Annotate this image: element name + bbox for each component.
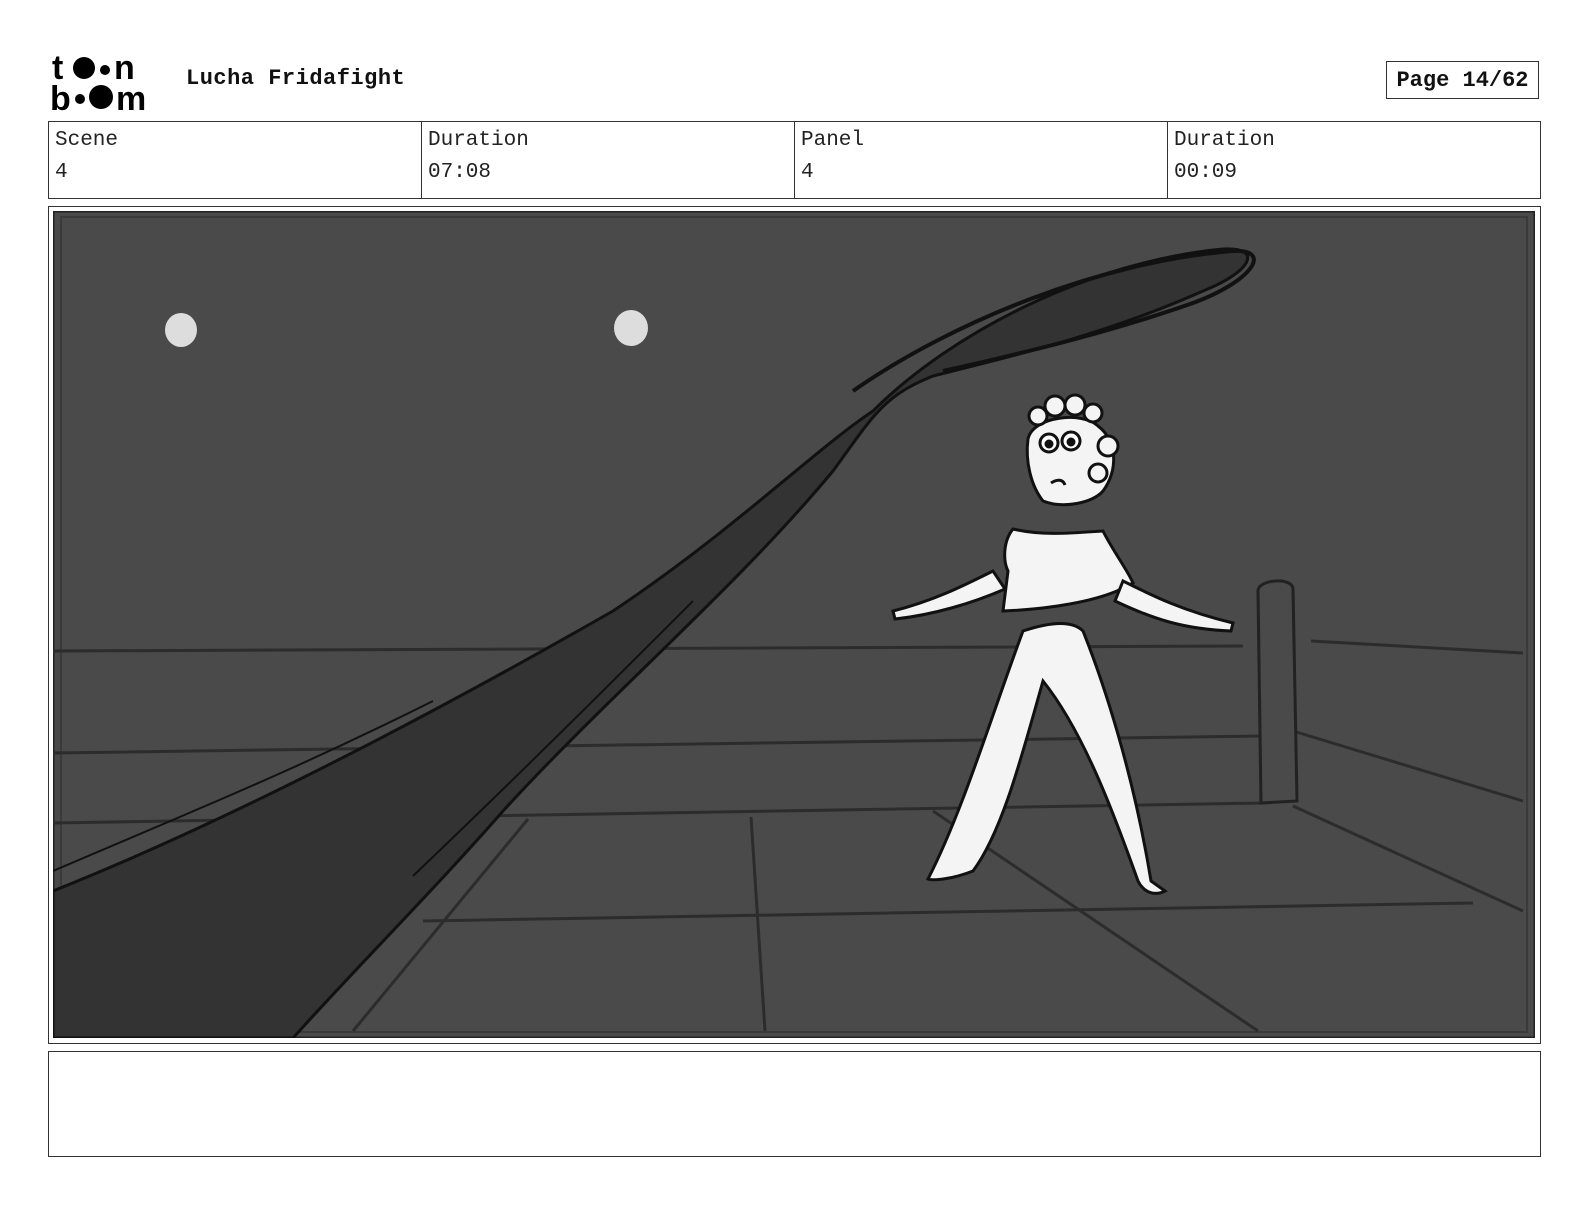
project-title: Lucha Fridafight: [186, 66, 406, 91]
notes-box[interactable]: [48, 1051, 1541, 1157]
panel-cell: Panel 4: [795, 122, 1168, 198]
toonboom-logo: t n b m: [50, 50, 146, 112]
panel-duration-label: Duration: [1174, 129, 1275, 152]
light-left: [165, 313, 197, 347]
scene-duration-value: 07:08: [428, 161, 492, 184]
panel-duration-cell: Duration 00:09: [1168, 122, 1540, 198]
panel-frame: [48, 206, 1541, 1044]
scene-label: Scene: [55, 129, 119, 152]
storyboard-panel-image: [53, 211, 1535, 1038]
svg-text:b: b: [50, 80, 71, 112]
scene-value: 4: [55, 161, 68, 184]
post: [1256, 579, 1299, 805]
panel-value: 4: [801, 161, 814, 184]
scene-cell: Scene 4: [49, 122, 422, 198]
svg-text:m: m: [116, 80, 146, 112]
light-right: [614, 310, 648, 346]
page-number: Page 14/62: [1386, 61, 1539, 99]
panel-duration-value: 00:09: [1174, 161, 1238, 184]
scene-info-table: Scene 4 Duration 07:08 Panel 4 Duration …: [48, 121, 1541, 199]
panel-label: Panel: [801, 129, 865, 152]
scene-duration-label: Duration: [428, 129, 529, 152]
scene-duration-cell: Duration 07:08: [422, 122, 795, 198]
